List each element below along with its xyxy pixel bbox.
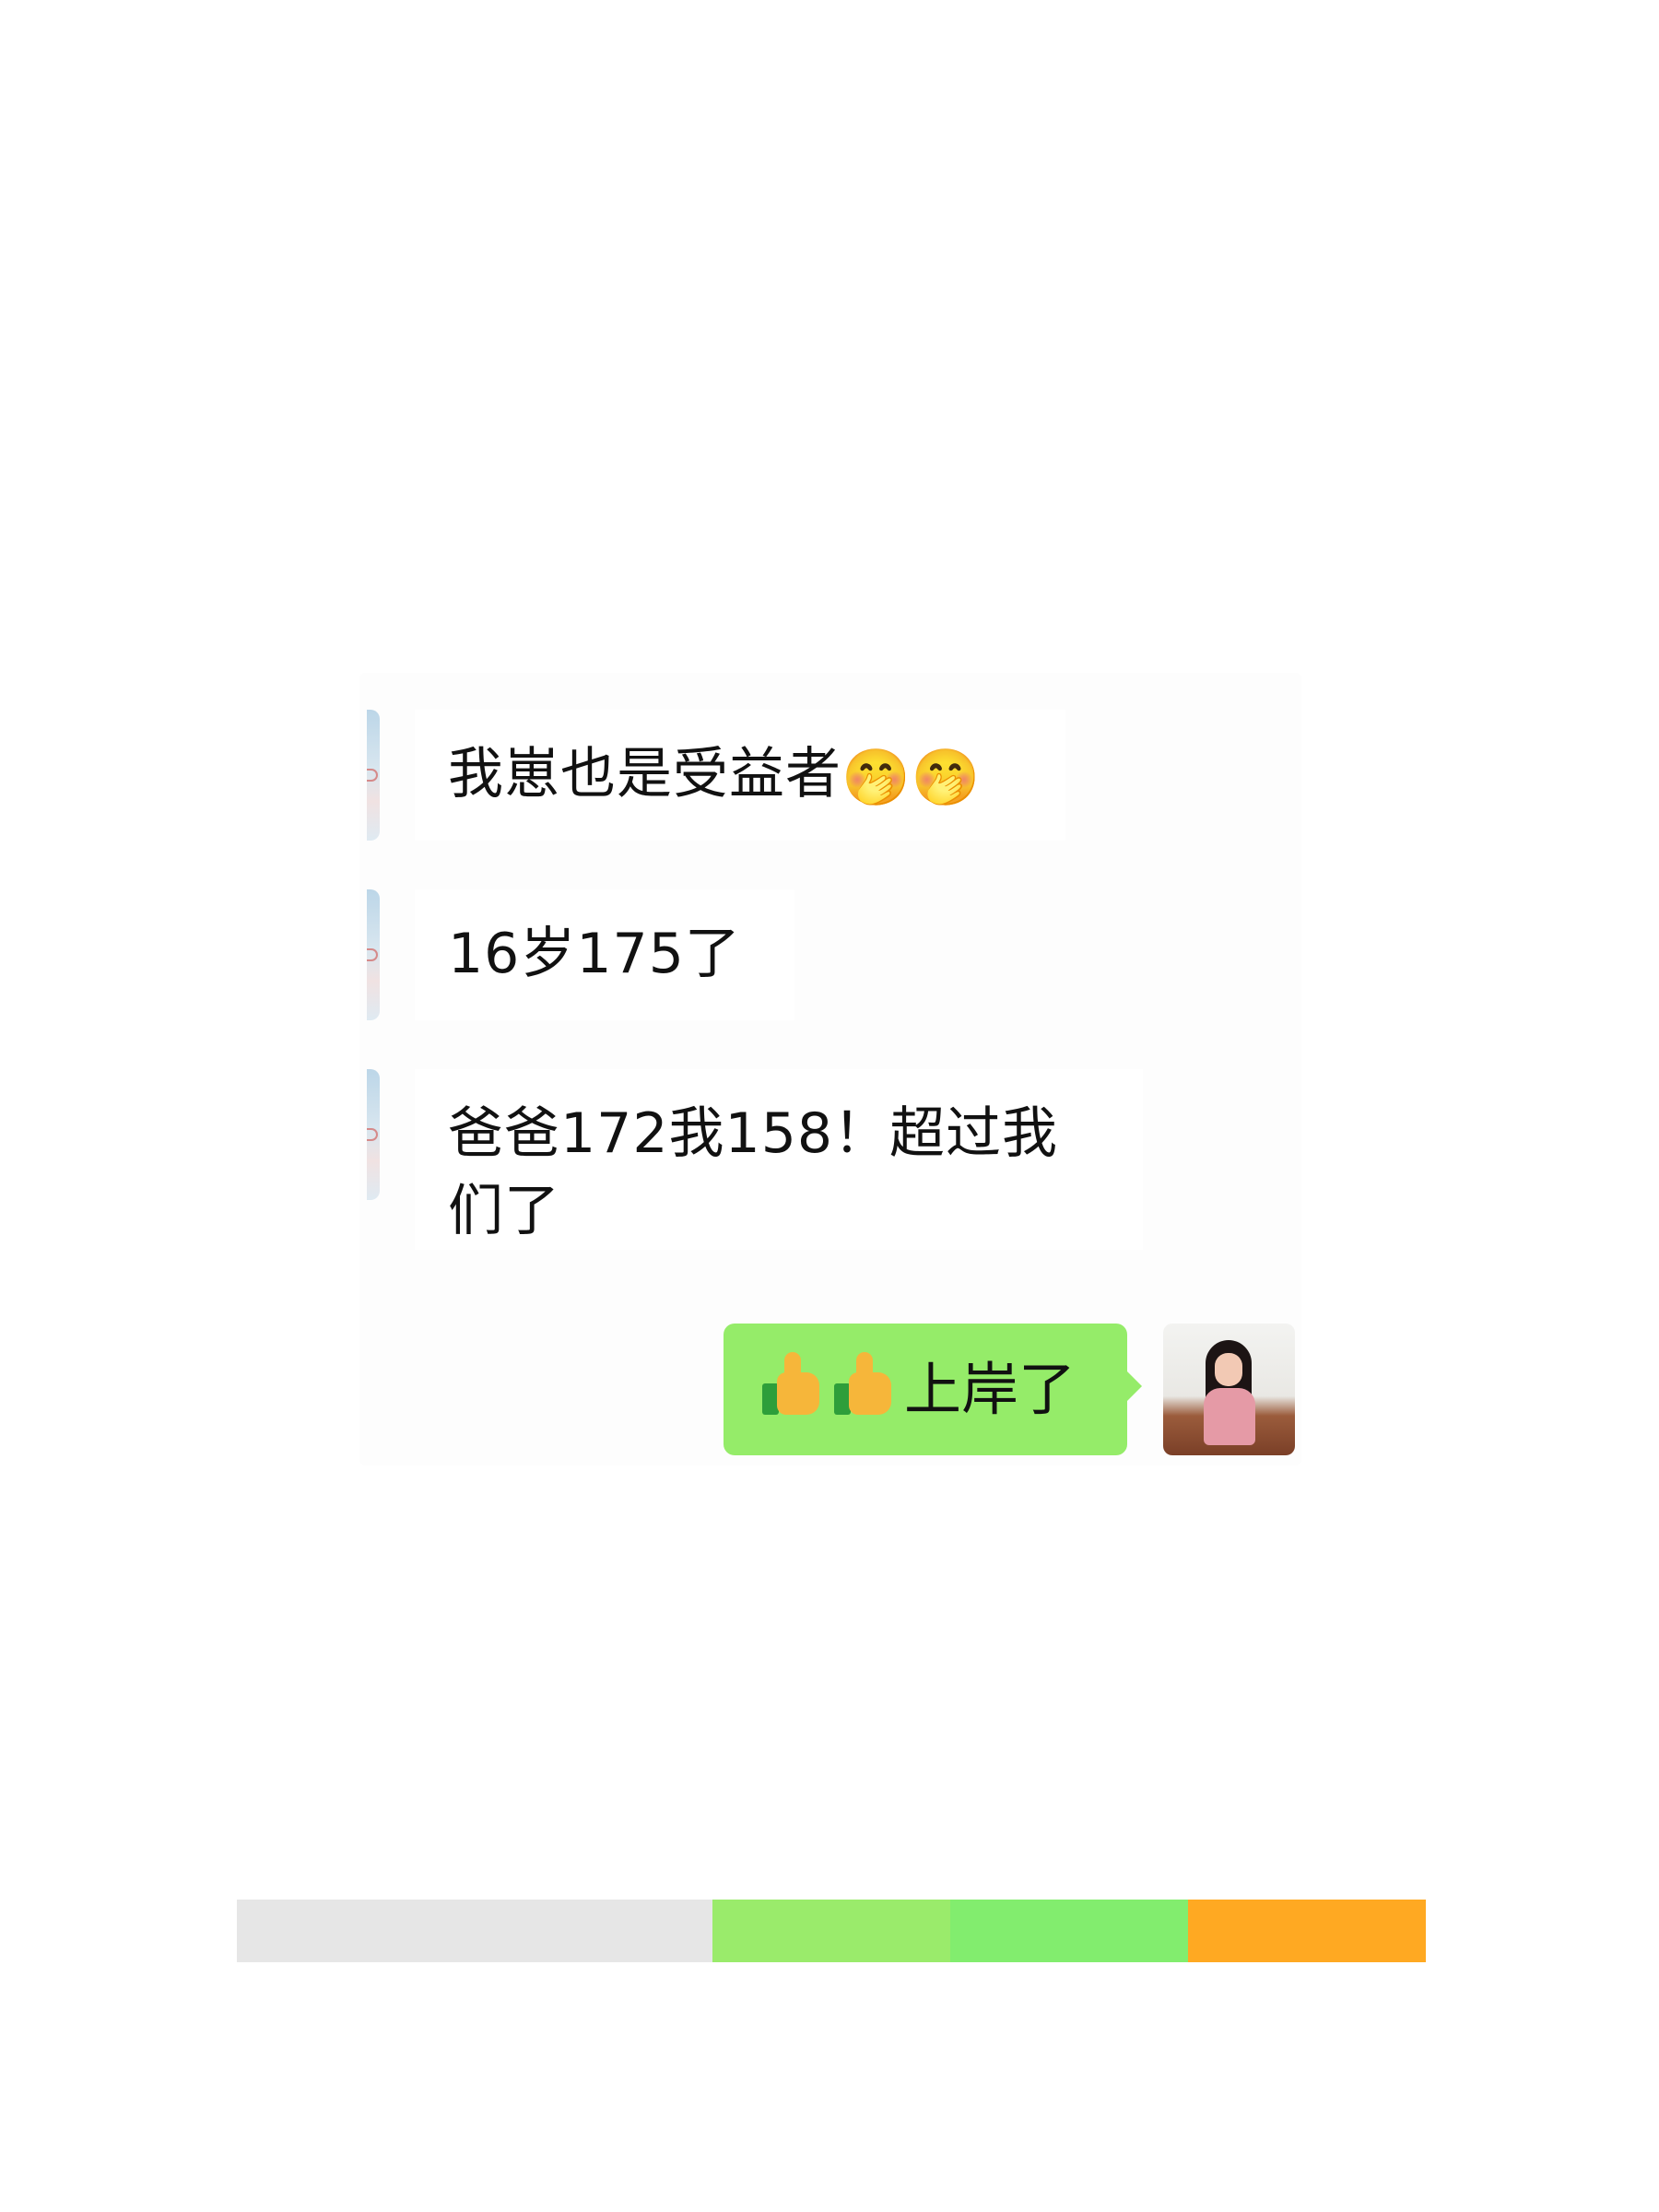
contact-avatar[interactable] [367,1069,380,1200]
hand-over-mouth-emoji-icon: 🤭 [841,746,912,810]
color-swatch-gray [237,1900,712,1962]
color-swatch-orange [1188,1900,1426,1962]
message-bubble-outgoing[interactable]: 上岸了 [724,1324,1142,1455]
user-avatar[interactable] [1163,1324,1295,1455]
contact-avatar[interactable] [367,710,380,841]
hand-over-mouth-emoji-icon: 🤭 [911,746,982,810]
message-bubble-incoming[interactable]: 16岁175了 [415,889,794,1020]
bubble-tail [1125,1370,1142,1403]
color-swatch-green [950,1900,1188,1962]
message-text-line: 们了 [448,1179,560,1243]
thumbs-up-icon [760,1352,827,1418]
contact-avatar[interactable] [367,889,380,1020]
message-text: 16岁175了 [448,922,741,986]
color-palette-bar [237,1900,1426,1962]
message-text-line: 爸爸172我158！超过我 [448,1101,1059,1166]
message-text: 我崽也是受益者 [448,742,841,806]
message-bubble-incoming[interactable]: 我崽也是受益者🤭🤭 [415,710,1065,841]
color-swatch-light-green [712,1900,950,1962]
message-bubble-incoming[interactable]: 爸爸172我158！超过我 们了 [415,1069,1143,1250]
thumbs-up-icon [832,1352,899,1418]
message-text: 上岸了 [904,1356,1077,1423]
